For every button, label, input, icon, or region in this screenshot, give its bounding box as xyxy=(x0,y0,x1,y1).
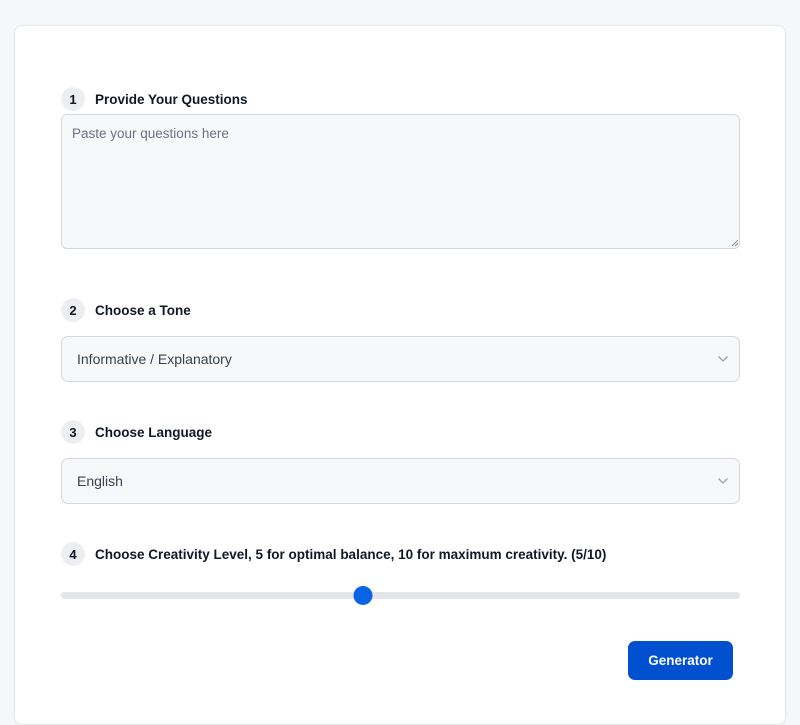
step-header: 3 Choose Language xyxy=(61,420,741,444)
step-creativity: 4 Choose Creativity Level, 5 for optimal… xyxy=(61,542,741,605)
resize-handle-icon[interactable] xyxy=(731,239,739,247)
step-language: 3 Choose Language English xyxy=(61,420,741,504)
step-label: Provide Your Questions xyxy=(95,91,248,107)
step-questions: 1 Provide Your Questions xyxy=(61,87,741,249)
step-number-badge: 3 xyxy=(61,420,85,444)
step-number-badge: 2 xyxy=(61,298,85,322)
language-selected-value: English xyxy=(77,473,123,489)
step-tone: 2 Choose a Tone Informative / Explanator… xyxy=(61,298,741,382)
tone-select[interactable]: Informative / Explanatory xyxy=(61,336,740,382)
generator-form-card: 1 Provide Your Questions 2 Choose a Tone… xyxy=(14,25,786,725)
step-header: 2 Choose a Tone xyxy=(61,298,741,322)
questions-textarea[interactable] xyxy=(61,114,740,249)
step-header: 1 Provide Your Questions xyxy=(61,87,741,111)
tone-selected-value: Informative / Explanatory xyxy=(77,351,232,367)
generate-button[interactable]: Generator xyxy=(628,641,733,680)
chevron-down-icon xyxy=(718,356,728,362)
step-label: Choose Language xyxy=(95,424,213,440)
step-header: 4 Choose Creativity Level, 5 for optimal… xyxy=(61,542,741,566)
language-select[interactable]: English xyxy=(61,458,740,504)
step-label: Choose Creativity Level, 5 for optimal b… xyxy=(95,546,607,562)
step-label: Choose a Tone xyxy=(95,302,191,318)
slider-track[interactable] xyxy=(61,592,740,599)
chevron-down-icon xyxy=(718,478,728,484)
step-number-badge: 4 xyxy=(61,542,85,566)
creativity-slider[interactable] xyxy=(61,585,740,605)
slider-thumb[interactable] xyxy=(353,586,373,605)
step-number-badge: 1 xyxy=(61,87,85,111)
